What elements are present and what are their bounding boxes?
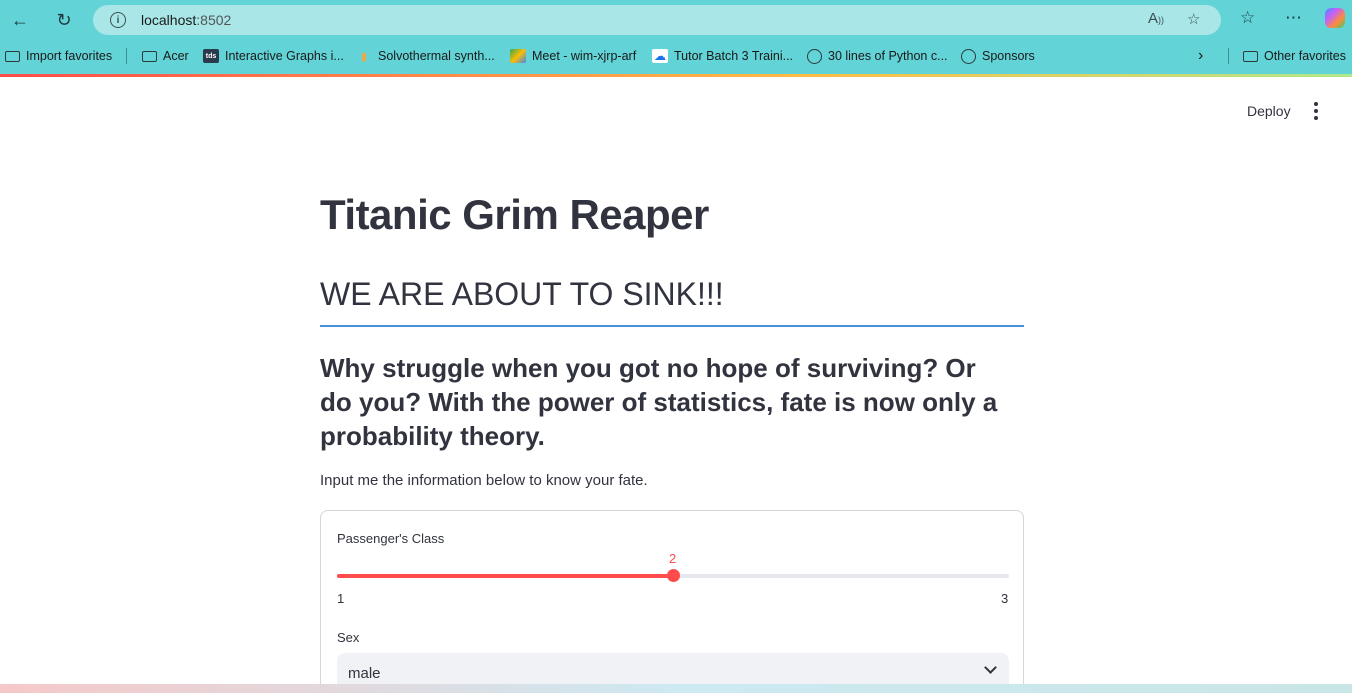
favorites-icon[interactable]: ☆ — [1240, 8, 1255, 28]
page-icon: ▮ — [360, 50, 368, 63]
cloud-icon: ☁ — [652, 49, 668, 63]
meet-icon — [510, 49, 526, 63]
bookmark-other-favorites[interactable]: Other favorites — [1242, 44, 1346, 68]
copilot-icon[interactable] — [1325, 8, 1345, 28]
bookmark-separator — [126, 48, 127, 64]
bookmarks-overflow-chevron-icon[interactable]: › — [1198, 44, 1203, 68]
bookmark-meet[interactable]: Meet - wim-xjrp-arf — [510, 44, 636, 68]
pclass-label: Passenger's Class — [337, 531, 445, 546]
sex-select-value: male — [348, 665, 381, 682]
deploy-button[interactable]: Deploy — [1239, 99, 1299, 123]
subheader: Why struggle when you got no hope of sur… — [320, 353, 998, 451]
chevron-down-icon — [984, 661, 997, 674]
bookmark-python-lines[interactable]: 30 lines of Python c... — [806, 44, 948, 68]
main-menu-icon[interactable] — [1307, 100, 1325, 122]
bookmark-tutor-batch[interactable]: ☁ Tutor Batch 3 Traini... — [652, 44, 793, 68]
bookmark-separator — [1228, 48, 1229, 64]
intro-text: Input me the information below to know y… — [320, 472, 648, 489]
section-header: WE ARE ABOUT TO SINK!!! — [320, 276, 724, 312]
sex-select[interactable]: male — [337, 653, 1009, 684]
bookmarks-bar: Import favorites Acer tds Interactive Gr… — [0, 44, 1352, 68]
folder-icon — [1242, 49, 1258, 63]
site-info-icon[interactable]: i — [110, 12, 126, 28]
pclass-slider-value: 2 — [669, 551, 677, 566]
bookmark-sponsors[interactable]: Sponsors — [960, 44, 1035, 68]
pclass-slider-thumb[interactable] — [666, 569, 680, 582]
app-page: Deploy Titanic Grim Reaper WE ARE ABOUT … — [0, 74, 1352, 684]
bookmark-solvothermal[interactable]: ▮ Solvothermal synth... — [356, 44, 495, 68]
app-decoration-bar — [0, 74, 1352, 77]
folder-icon — [141, 49, 157, 63]
input-form: Passenger's Class 2 1 3 Sex male — [320, 510, 1024, 684]
url-text: localhost:8502 — [141, 12, 232, 28]
bookmark-interactive-graphs[interactable]: tds Interactive Graphs i... — [203, 44, 344, 68]
read-aloud-icon[interactable]: A)) — [1148, 10, 1164, 27]
bookmark-acer[interactable]: Acer — [141, 44, 189, 68]
globe-icon — [960, 48, 976, 64]
bookmark-import-favorites[interactable]: Import favorites — [4, 44, 112, 68]
back-icon[interactable]: ← — [7, 7, 33, 33]
pclass-slider-fill — [337, 574, 673, 578]
browser-chrome: ← ↻ i localhost:8502 A)) ☆ ☆ ⋯ Import fa… — [0, 0, 1352, 75]
globe-icon — [806, 48, 822, 64]
more-menu-icon[interactable]: ⋯ — [1285, 8, 1302, 28]
address-bar[interactable]: i localhost:8502 A)) ☆ — [93, 5, 1221, 35]
page-title: Titanic Grim Reaper — [320, 191, 709, 238]
sex-label: Sex — [337, 630, 360, 645]
pclass-min-label: 1 — [337, 591, 345, 606]
refresh-icon[interactable]: ↻ — [51, 7, 77, 33]
favorite-star-icon[interactable]: ☆ — [1187, 10, 1200, 28]
import-icon — [4, 49, 20, 63]
header-divider — [320, 325, 1024, 327]
pclass-max-label: 3 — [1001, 591, 1009, 606]
taskbar-strip — [0, 684, 1352, 693]
tds-icon: tds — [203, 49, 219, 63]
